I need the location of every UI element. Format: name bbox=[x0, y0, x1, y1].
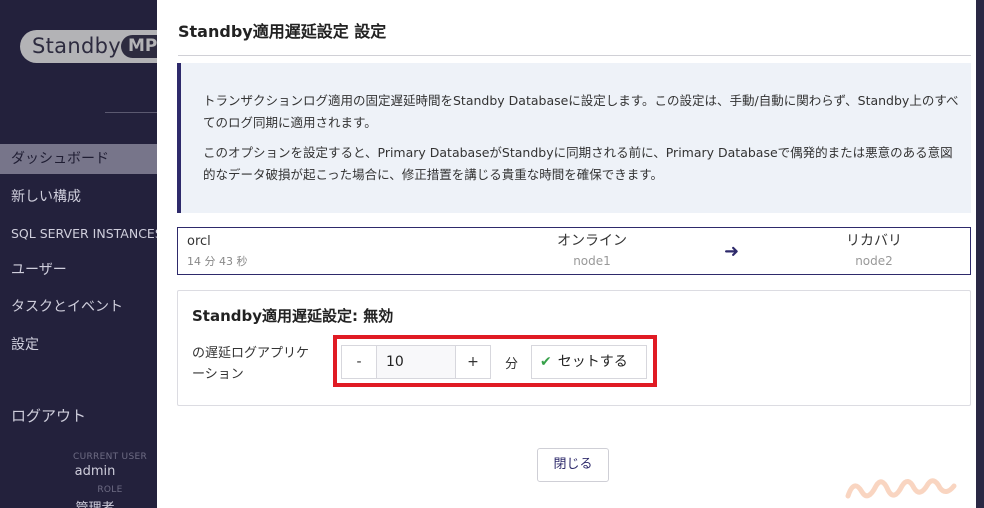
sidebar-item-tasks-events[interactable]: タスクとイベント bbox=[0, 292, 157, 322]
arrow-right-icon: ➜ bbox=[724, 241, 740, 262]
sidebar-item-new-config[interactable]: 新しい構成 bbox=[0, 182, 157, 212]
sidebar-item-sql-server-instances[interactable]: SQL SERVER INSTANCES bbox=[0, 219, 157, 249]
decrement-button[interactable]: - bbox=[341, 345, 377, 379]
logout-link[interactable]: ログアウト bbox=[11, 405, 86, 426]
title-divider bbox=[178, 55, 971, 56]
target-status-label: リカバリ bbox=[846, 233, 902, 249]
unit-label: 分 bbox=[505, 357, 519, 372]
source-node: node1 bbox=[573, 254, 611, 268]
info-paragraph-2: このオプションを設定すると、Primary DatabaseがStandbyに同… bbox=[203, 145, 953, 182]
modal-title: Standby適用遅延設定 設定 bbox=[178, 22, 387, 41]
check-icon: ✔ bbox=[540, 354, 552, 370]
logo-badge: MP bbox=[121, 35, 157, 58]
elapsed-time: 14 分 43 秒 bbox=[187, 255, 248, 268]
source-status: オンライン node1 bbox=[522, 232, 662, 270]
sidebar-divider bbox=[105, 112, 157, 113]
target-node: node2 bbox=[855, 254, 893, 268]
logo-text: Standby bbox=[32, 34, 121, 58]
delay-setting-card: Standby適用遅延設定: 無効 の遅延ログアプリケーション - 10 + 分… bbox=[177, 290, 971, 406]
setting-heading: Standby適用遅延設定: 無効 bbox=[192, 307, 394, 325]
increment-button[interactable]: + bbox=[455, 345, 491, 379]
delay-field-label: の遅延ログアプリケーション bbox=[192, 346, 310, 382]
target-status: リカバリ node2 bbox=[804, 232, 944, 270]
sidebar-item-settings[interactable]: 設定 bbox=[0, 330, 157, 360]
set-button-label: セットする bbox=[557, 354, 628, 370]
role-label: ROLE bbox=[97, 485, 123, 495]
info-box: トランザクションログ適用の固定遅延時間をStandby Databaseに設定し… bbox=[177, 63, 971, 213]
current-user-label: CURRENT USER bbox=[73, 452, 147, 462]
replication-status-row: orcl 14 分 43 秒 オンライン node1 ➜ リカバリ node2 bbox=[177, 227, 971, 275]
info-paragraph-1: トランザクションログ適用の固定遅延時間をStandby Databaseに設定し… bbox=[203, 93, 959, 130]
overlay-strip bbox=[976, 0, 984, 508]
sidebar-item-users[interactable]: ユーザー bbox=[0, 255, 157, 285]
source-status-label: オンライン bbox=[557, 233, 627, 249]
sidebar: Standby MP ダッシュボード 新しい構成 SQL SERVER INST… bbox=[0, 0, 157, 508]
database-name: orcl bbox=[187, 234, 211, 249]
current-user-value: admin bbox=[74, 464, 116, 479]
delay-settings-modal: Standby適用遅延設定 設定 トランザクションログ適用の固定遅延時間をSta… bbox=[157, 0, 976, 508]
set-button[interactable]: ✔ セットする bbox=[531, 345, 647, 379]
delay-minutes-input[interactable]: 10 bbox=[376, 345, 456, 379]
watermark-logo bbox=[845, 478, 957, 499]
role-value: 管理者 bbox=[0, 497, 157, 508]
close-button[interactable]: 閉じる bbox=[537, 448, 609, 482]
sidebar-item-dashboard[interactable]: ダッシュボード bbox=[0, 144, 157, 174]
